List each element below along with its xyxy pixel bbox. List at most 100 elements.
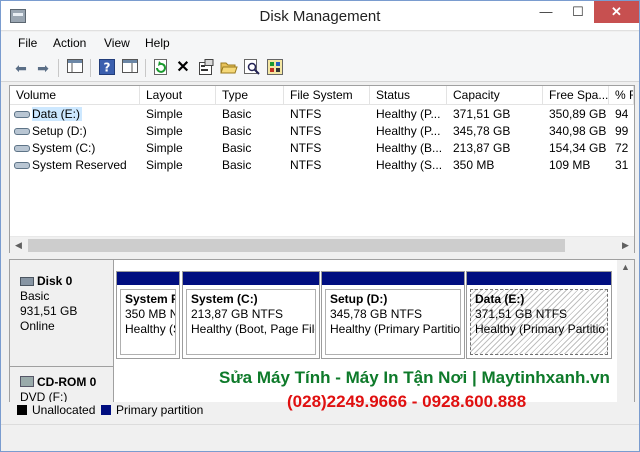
- partition-system-reserved[interactable]: System R 350 MB N Healthy (S: [116, 271, 180, 359]
- legend-primary-label: Primary partition: [116, 403, 204, 417]
- menu-file[interactable]: File: [18, 36, 37, 50]
- column-header-capacity[interactable]: Capacity: [447, 86, 543, 105]
- status-bar: [1, 424, 639, 451]
- menu-help[interactable]: Help: [145, 36, 170, 50]
- forward-arrow-icon[interactable]: ➡: [33, 59, 53, 77]
- partition-size: 371,51 GB NTFS: [475, 307, 568, 321]
- disk-0-info[interactable]: Disk 0 Basic 931,51 GB Online: [10, 260, 114, 366]
- search-icon[interactable]: [242, 59, 262, 77]
- horizontal-scrollbar[interactable]: ◀ ▶: [10, 236, 634, 253]
- volume-name: Setup (D:): [32, 124, 87, 138]
- watermark-phone: (028)2249.9666 - 0928.600.888: [287, 392, 527, 411]
- volume-capacity: 345,78 GB: [453, 124, 511, 138]
- partition-name: System R: [125, 292, 176, 306]
- menu-bar: File Action View Help: [1, 32, 639, 54]
- scroll-right-icon[interactable]: ▶: [617, 238, 634, 253]
- cdrom-name: CD-ROM 0: [37, 375, 97, 389]
- volume-drive-icon: [14, 128, 30, 135]
- vertical-scrollbar[interactable]: ▲: [617, 260, 634, 418]
- volume-drive-icon: [14, 162, 30, 169]
- legend-unallocated-label: Unallocated: [32, 403, 96, 417]
- volume-capacity: 371,51 GB: [453, 107, 511, 121]
- minimize-button[interactable]: —: [531, 1, 561, 23]
- scroll-up-icon[interactable]: ▲: [617, 260, 634, 275]
- column-header-volume[interactable]: Volume: [10, 86, 140, 105]
- disk-management-window: Disk Management — ☐ ✕ File Action View H…: [0, 0, 640, 452]
- volume-status: Healthy (P...: [376, 107, 441, 121]
- properties-pane-icon[interactable]: [120, 59, 140, 77]
- toolbar-separator: [58, 59, 59, 77]
- help-icon[interactable]: ?: [97, 59, 117, 77]
- volume-free-space: 340,98 GB: [549, 124, 607, 138]
- primary-partition-bar: [467, 272, 611, 285]
- volume-name: System (C:): [32, 141, 96, 155]
- partition-size: 350 MB N: [125, 307, 176, 321]
- volume-name: System Reserved: [32, 158, 127, 172]
- partition-status: Healthy (Primary Partitio: [330, 322, 461, 336]
- volume-capacity: 213,87 GB: [453, 141, 511, 155]
- volume-percent-free: 72: [615, 141, 629, 155]
- close-button[interactable]: ✕: [594, 1, 639, 23]
- disk-type: Basic: [20, 289, 50, 303]
- volume-file-system: NTFS: [290, 107, 322, 121]
- scrollbar-thumb[interactable]: [28, 239, 565, 252]
- svg-text:?: ?: [104, 61, 111, 75]
- disk-state: Online: [20, 319, 55, 333]
- volume-status: Healthy (P...: [376, 124, 441, 138]
- volume-status: Healthy (S...: [376, 158, 443, 172]
- disk-size: 931,51 GB: [20, 304, 78, 318]
- volume-type: Basic: [222, 124, 252, 138]
- volume-free-space: 109 MB: [549, 158, 591, 172]
- volume-file-system: NTFS: [290, 141, 322, 155]
- maximize-button[interactable]: ☐: [563, 1, 593, 23]
- volume-layout: Simple: [146, 158, 183, 172]
- watermark-text: Sửa Máy Tính - Máy In Tận Nơi | Maytinhx…: [219, 368, 610, 387]
- partition-data-e[interactable]: Data (E:) 371,51 GB NTFS Healthy (Primar…: [466, 271, 612, 359]
- primary-partition-bar: [322, 272, 464, 285]
- volume-capacity: 350 MB: [453, 158, 495, 172]
- volume-row[interactable]: Data (E:) Simple Basic NTFS Healthy (P..…: [10, 106, 634, 123]
- primary-partition-bar: [117, 272, 179, 285]
- refresh-icon[interactable]: [151, 59, 171, 77]
- title-bar[interactable]: Disk Management — ☐ ✕: [1, 1, 639, 31]
- volume-name: Data (E:): [32, 107, 83, 121]
- partition-system-c[interactable]: System (C:) 213,87 GB NTFS Healthy (Boot…: [182, 271, 320, 359]
- column-header-status[interactable]: Status: [370, 86, 447, 105]
- volume-percent-free: 94: [615, 107, 629, 121]
- volume-list[interactable]: Volume Layout Type File System Status Ca…: [9, 85, 635, 253]
- legend-unallocated-swatch: [17, 405, 27, 415]
- column-header-type[interactable]: Type: [216, 86, 284, 105]
- column-header-file-system[interactable]: File System: [284, 86, 370, 105]
- partition-status: Healthy (S: [125, 322, 176, 336]
- volume-type: Basic: [222, 158, 252, 172]
- volume-type: Basic: [222, 141, 252, 155]
- properties-icon[interactable]: [196, 59, 216, 77]
- scroll-left-icon[interactable]: ◀: [10, 238, 27, 253]
- volume-status: Healthy (B...: [376, 141, 443, 155]
- volume-file-system: NTFS: [290, 124, 322, 138]
- back-arrow-icon[interactable]: ⬅: [11, 59, 31, 77]
- partition-name: Data (E:): [475, 292, 525, 306]
- partition-name: Setup (D:): [330, 292, 388, 306]
- toolbar: ⬅ ➡ ? ✕: [1, 54, 639, 82]
- menu-view[interactable]: View: [104, 36, 130, 50]
- column-header-percent-free[interactable]: % F: [609, 86, 634, 105]
- primary-partition-bar: [183, 272, 319, 285]
- menu-action[interactable]: Action: [53, 36, 86, 50]
- volume-drive-icon: [14, 145, 30, 152]
- volume-drive-icon: [14, 111, 30, 118]
- column-header-free-space[interactable]: Free Spa...: [543, 86, 609, 105]
- volume-layout: Simple: [146, 141, 183, 155]
- volume-row[interactable]: System Reserved Simple Basic NTFS Health…: [10, 157, 634, 174]
- partition-size: 345,78 GB NTFS: [330, 307, 423, 321]
- volume-row[interactable]: System (C:) Simple Basic NTFS Healthy (B…: [10, 140, 634, 157]
- toolbar-separator: [145, 59, 146, 77]
- console-tree-icon[interactable]: [65, 59, 85, 77]
- column-header-layout[interactable]: Layout: [140, 86, 216, 105]
- volume-row[interactable]: Setup (D:) Simple Basic NTFS Healthy (P.…: [10, 123, 634, 140]
- delete-icon[interactable]: ✕: [173, 59, 193, 77]
- open-folder-icon[interactable]: [219, 59, 239, 77]
- partition-setup-d[interactable]: Setup (D:) 345,78 GB NTFS Healthy (Prima…: [321, 271, 465, 359]
- volume-free-space: 350,89 GB: [549, 107, 607, 121]
- export-icon[interactable]: [265, 59, 285, 77]
